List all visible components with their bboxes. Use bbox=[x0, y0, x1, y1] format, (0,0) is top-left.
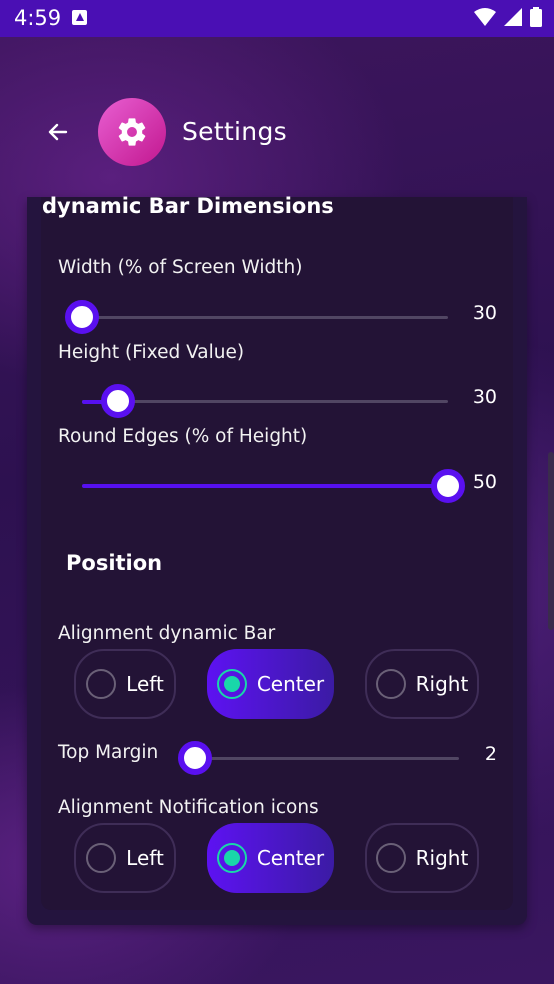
battery-icon bbox=[530, 7, 542, 27]
back-button[interactable] bbox=[38, 112, 78, 152]
radio-icon bbox=[86, 669, 117, 699]
height-value: 30 bbox=[472, 386, 497, 408]
alignment-icons-label: Alignment Notification icons bbox=[58, 797, 319, 818]
option-label: Center bbox=[256, 846, 325, 870]
alignment-bar-right-option[interactable]: Right bbox=[365, 649, 479, 719]
alignment-icons-center-option[interactable]: Center bbox=[207, 823, 334, 893]
settings-app-icon bbox=[98, 98, 166, 166]
radio-icon bbox=[86, 843, 117, 873]
alignment-bar-center-option[interactable]: Center bbox=[207, 649, 334, 719]
width-value: 30 bbox=[472, 302, 497, 324]
section-title-position: Position bbox=[66, 551, 163, 575]
alignment-bar-left-option[interactable]: Left bbox=[74, 649, 176, 719]
width-label: Width (% of Screen Width) bbox=[58, 257, 303, 278]
radio-icon bbox=[375, 669, 406, 699]
height-label: Height (Fixed Value) bbox=[58, 342, 245, 363]
radio-selected-icon bbox=[216, 669, 247, 699]
top-margin-slider-track[interactable] bbox=[195, 757, 459, 760]
option-label: Right bbox=[415, 846, 469, 870]
round-edges-value: 50 bbox=[472, 471, 497, 493]
option-label: Center bbox=[256, 672, 325, 696]
radio-selected-icon bbox=[216, 843, 247, 873]
alignment-bar-label: Alignment dynamic Bar bbox=[58, 623, 276, 644]
gear-icon bbox=[118, 118, 146, 146]
height-slider-track[interactable] bbox=[82, 400, 448, 403]
page-title: Settings bbox=[182, 117, 287, 146]
option-label: Left bbox=[126, 846, 164, 870]
height-slider-thumb[interactable] bbox=[101, 384, 135, 418]
status-bar: 4:59 bbox=[0, 0, 554, 37]
option-label: Right bbox=[415, 672, 469, 696]
top-margin-value: 2 bbox=[484, 743, 497, 765]
top-margin-slider-thumb[interactable] bbox=[178, 741, 212, 775]
arrow-left-icon bbox=[48, 123, 68, 141]
status-icons bbox=[474, 7, 542, 27]
notification-a-icon bbox=[72, 10, 87, 25]
scrollbar[interactable] bbox=[548, 452, 554, 630]
round-edges-label: Round Edges (% of Height) bbox=[58, 426, 308, 447]
wifi-icon bbox=[474, 8, 496, 26]
signal-icon bbox=[504, 8, 522, 26]
round-edges-slider-fill[interactable] bbox=[82, 484, 448, 488]
status-time: 4:59 bbox=[14, 6, 62, 30]
width-slider-track[interactable] bbox=[82, 316, 448, 319]
width-slider-thumb[interactable] bbox=[65, 300, 99, 334]
alignment-icons-left-option[interactable]: Left bbox=[74, 823, 176, 893]
top-margin-label: Top Margin bbox=[58, 742, 159, 763]
section-title-dimensions: dynamic Bar Dimensions bbox=[42, 194, 334, 218]
radio-icon bbox=[375, 843, 406, 873]
option-label: Left bbox=[126, 672, 164, 696]
alignment-icons-right-option[interactable]: Right bbox=[365, 823, 479, 893]
